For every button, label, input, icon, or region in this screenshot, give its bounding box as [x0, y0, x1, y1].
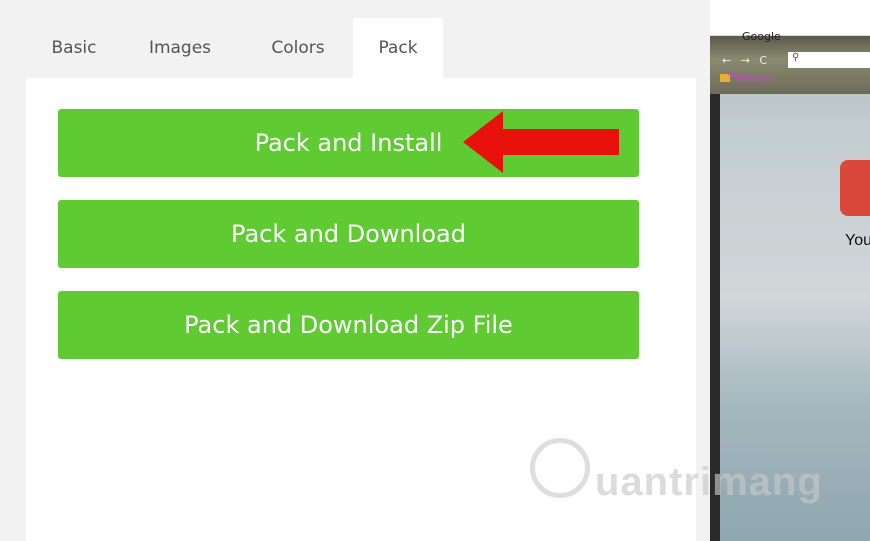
preview-search-box: ⚲	[788, 52, 870, 68]
preview-themes-label: Themes	[728, 72, 772, 85]
preview-nav-icons: ← → C	[722, 54, 771, 67]
red-arrow-icon	[463, 111, 619, 173]
preview-white-bar	[710, 0, 870, 36]
preview-red-block	[840, 160, 870, 216]
preview-you-text: You	[845, 232, 870, 249]
preview-google-label: Google	[742, 30, 781, 43]
pack-and-download-zip-button[interactable]: Pack and Download Zip File	[58, 291, 639, 359]
tab-bar: Basic Images Colors Pack	[26, 18, 696, 78]
tab-basic[interactable]: Basic	[26, 18, 122, 78]
tab-pack[interactable]: Pack	[353, 18, 443, 78]
tab-images[interactable]: Images	[130, 18, 230, 78]
tab-colors[interactable]: Colors	[252, 18, 344, 78]
watermark-logo-icon	[530, 438, 590, 498]
watermark: uantrimang	[595, 460, 823, 504]
pack-and-download-button[interactable]: Pack and Download	[58, 200, 639, 268]
